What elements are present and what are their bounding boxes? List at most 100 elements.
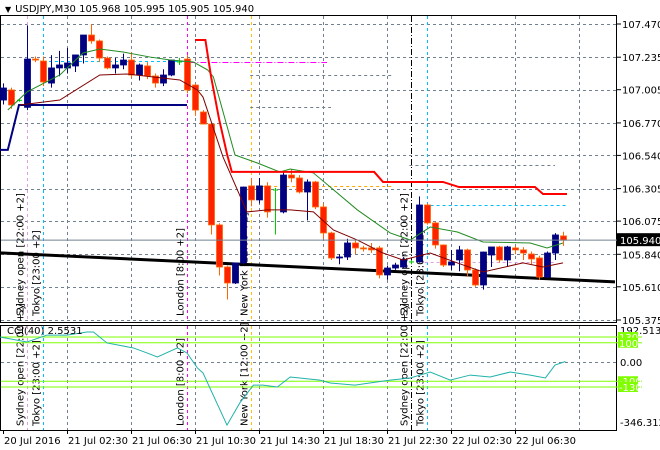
candle-body: [424, 204, 431, 224]
candle-body: [560, 235, 567, 241]
candle: [168, 59, 175, 77]
candle-body: [216, 224, 223, 268]
candle-body: [136, 64, 143, 76]
candle-body: [400, 259, 407, 268]
candle: [104, 56, 111, 70]
session-label: Sydney open [22:00 +2]: [16, 303, 27, 426]
candle-body: [264, 185, 271, 213]
cci-value: 2.5531: [47, 326, 83, 337]
time-axis-label: 21 Jul 10:30: [196, 436, 256, 447]
candle-body: [200, 111, 207, 125]
candle-body: [520, 249, 527, 254]
price-axis-label: 107.005: [622, 86, 660, 97]
price-axis-label: 107.470: [622, 20, 660, 31]
candle-body: [440, 244, 447, 266]
price-axis-label: 105.840: [622, 250, 660, 261]
candle-body: [456, 249, 463, 261]
session-label: London [8:00 +2]: [176, 228, 187, 316]
candle-body: [528, 253, 535, 260]
candle-body: [168, 59, 175, 76]
candle-body: [504, 246, 511, 261]
candle-body: [88, 34, 95, 42]
candle-body: [336, 256, 343, 259]
candle-body: [32, 58, 39, 61]
candle-body: [160, 74, 167, 84]
session-label: London [8:00 +2]: [176, 338, 187, 426]
candle-body: [24, 58, 31, 108]
candle: [440, 244, 447, 268]
candle-body: [232, 262, 239, 284]
candle: [296, 175, 303, 194]
time-axis-label: 21 Jul 14:30: [260, 436, 320, 447]
cci-name: CCI(40): [7, 326, 45, 337]
price-axis-label: 105.610: [622, 283, 660, 294]
cci-axis-zero: 0.00: [620, 358, 642, 369]
candle: [432, 221, 439, 249]
candle: [312, 180, 319, 210]
candle-body: [544, 252, 551, 278]
candle-body: [248, 185, 255, 201]
candle-body: [320, 206, 327, 234]
time-axis-label: 21 Jul 06:30: [132, 436, 192, 447]
candle: [328, 231, 335, 260]
candle: [424, 203, 431, 225]
candle-body: [120, 59, 127, 66]
price-chart[interactable]: Sydney open [22:00 +2]Sydney open [22:00…: [0, 0, 660, 450]
cci-axis-min: -346.3128: [620, 418, 660, 429]
candle-body: [448, 261, 455, 266]
session-label: Sydney open [22:00 +2]: [400, 303, 411, 426]
session-label: Tokyo [23:00 +2]: [32, 230, 43, 317]
candle: [208, 122, 215, 235]
candle-body: [0, 87, 7, 101]
candle-body: [432, 222, 439, 246]
candle-body: [40, 60, 47, 83]
candle: [280, 172, 287, 214]
cci-indicator-label: CCI(40) 2.5531: [7, 326, 83, 337]
triangle-down-icon[interactable]: ▼: [5, 5, 11, 14]
candle-body: [104, 57, 111, 69]
candle-body: [112, 64, 119, 69]
candle: [536, 255, 543, 280]
candle: [40, 56, 47, 87]
candle-body: [224, 266, 231, 284]
candle-body: [328, 232, 335, 259]
candle-body: [352, 242, 359, 249]
candle-body: [208, 123, 215, 226]
symbol-label: USDJPY,M30: [15, 4, 76, 15]
candle-body: [472, 269, 479, 286]
candle-body: [496, 246, 503, 261]
candle: [416, 196, 423, 263]
price-axis-label: 107.235: [622, 53, 660, 64]
time-axis-label: 21 Jul 02:30: [68, 436, 128, 447]
candle-body: [280, 174, 287, 213]
session-label: New York [12:00 +2]: [240, 322, 251, 426]
candle-body: [304, 181, 311, 193]
time-axis-label: 21 Jul 18:30: [324, 436, 384, 447]
candle-body: [144, 65, 151, 77]
candle-body: [512, 247, 519, 251]
session-label: Tokyo [23:00 +2]: [32, 340, 43, 427]
price-axis-label: 106.075: [622, 217, 660, 228]
low-price: 105.905: [168, 4, 210, 15]
candle-body: [344, 242, 351, 258]
candle-body: [312, 181, 319, 208]
chart-header: ▼ USDJPY,M30 105.968 105.995 105.905 105.…: [5, 4, 254, 15]
cci-level-label: 100: [619, 339, 638, 350]
candle-body: [296, 177, 303, 193]
price-axis-label: 106.305: [622, 185, 660, 196]
session-label: Sydney open [22:00 +2]: [400, 193, 411, 316]
candle: [264, 182, 271, 218]
time-axis-label: 21 Jul 22:30: [388, 436, 448, 447]
candle: [232, 262, 239, 284]
candle: [544, 251, 551, 279]
price-axis-label: 106.540: [622, 151, 660, 162]
candle-body: [536, 257, 543, 278]
time-axis-label: 22 Jul 06:30: [516, 436, 576, 447]
candle-body: [56, 64, 63, 69]
current-price-label: 105.940: [620, 236, 660, 247]
candle: [496, 245, 503, 263]
candle-body: [480, 251, 487, 286]
candle-body: [384, 267, 391, 276]
time-axis-label: 20 Jul 2016: [4, 436, 61, 447]
cci-level-label: -130: [619, 383, 642, 394]
